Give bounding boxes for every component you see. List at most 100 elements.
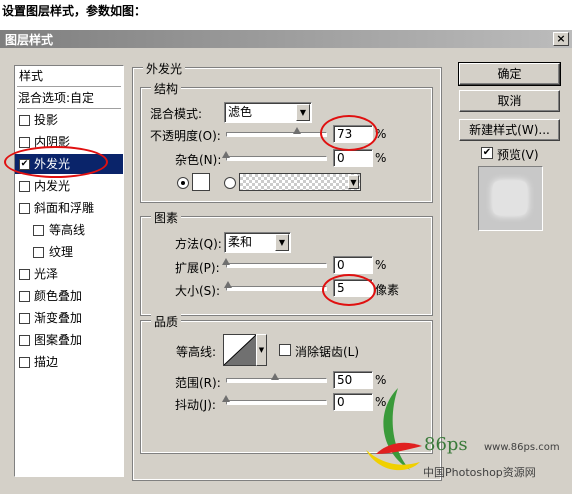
gradient-picker[interactable]: ▼ [239, 173, 361, 191]
style-item-label: 等高线 [49, 223, 86, 237]
quality-title: 品质 [151, 313, 182, 330]
chevron-down-icon[interactable]: ▼ [256, 334, 267, 366]
noise-slider-track[interactable] [226, 156, 327, 161]
style-item[interactable]: 投影 [15, 110, 123, 130]
jitter-slider-track[interactable] [226, 400, 327, 405]
watermark-url: www.86ps.com [484, 442, 560, 453]
solid-color-radio[interactable] [177, 177, 189, 189]
style-item-checkbox[interactable] [33, 247, 44, 258]
size-slider-track[interactable] [226, 286, 327, 291]
site-logo-icon [366, 388, 422, 471]
annotation-circle-opacity [320, 115, 378, 151]
style-item-label: 图案叠加 [34, 333, 83, 347]
style-item-label: 斜面和浮雕 [34, 201, 95, 215]
watermark-site: 中国Photoshop资源网 [423, 466, 536, 479]
style-item-label: 纹理 [49, 245, 74, 259]
method-value: 柔和 [228, 235, 253, 249]
spread-unit: % [375, 258, 387, 272]
size-unit: 像素 [375, 283, 400, 297]
blend-options-item[interactable]: 混合选项:自定 [15, 88, 123, 108]
chevron-down-icon[interactable]: ▼ [348, 175, 359, 189]
styles-header[interactable]: 样式 [15, 66, 123, 86]
ok-button[interactable]: 确定 [458, 62, 561, 86]
new-style-button[interactable]: 新建样式(W)... [459, 119, 560, 141]
style-item-checkbox[interactable] [19, 269, 30, 280]
style-item-checkbox[interactable] [19, 115, 30, 126]
style-item[interactable]: 渐变叠加 [15, 308, 123, 328]
size-slider-thumb[interactable] [224, 281, 232, 288]
style-item-label: 光泽 [34, 267, 59, 281]
spread-slider-thumb[interactable] [222, 258, 230, 265]
style-item-label: 颜色叠加 [34, 289, 83, 303]
style-item[interactable]: 等高线 [15, 220, 123, 240]
styles-header-label: 样式 [19, 69, 44, 83]
style-item-checkbox[interactable] [19, 203, 30, 214]
style-item-checkbox[interactable] [33, 225, 44, 236]
structure-title: 结构 [151, 80, 182, 97]
elements-title: 图素 [151, 209, 182, 226]
style-item-label: 渐变叠加 [34, 311, 83, 325]
opacity-slider-thumb[interactable] [293, 127, 301, 134]
radio-dot-icon [181, 181, 185, 185]
range-label: 范围(R): [175, 376, 221, 390]
spread-slider-track[interactable] [226, 263, 327, 268]
glow-color-swatch[interactable] [192, 173, 210, 191]
style-preview [478, 166, 543, 231]
style-item[interactable]: 图案叠加 [15, 330, 123, 350]
chevron-down-icon[interactable]: ▼ [275, 234, 289, 251]
size-label: 大小(S): [175, 284, 221, 298]
style-item-label: 内发光 [34, 179, 71, 193]
close-button[interactable]: × [553, 32, 569, 46]
style-item-label: 描边 [34, 355, 59, 369]
blend-mode-select[interactable]: 滤色 ▼ [224, 102, 312, 123]
antialias-label: 消除锯齿(L) [295, 345, 360, 359]
contour-linear-icon [223, 334, 257, 366]
layer-style-dialog: 图层样式 × 样式 混合选项:自定 投影 内阴影 ✔ 外发光 内发光 斜面和浮雕 等高线 纹理… [0, 30, 572, 494]
style-item-label: 投影 [34, 113, 59, 127]
style-item[interactable]: 斜面和浮雕 [15, 198, 123, 218]
chevron-down-icon[interactable]: ▼ [296, 104, 310, 121]
divider [17, 86, 121, 87]
range-slider-thumb[interactable] [271, 373, 279, 380]
styles-list: 样式 混合选项:自定 投影 内阴影 ✔ 外发光 内发光 斜面和浮雕 等高线 纹理 光泽 颜色叠加渐… [14, 65, 124, 477]
opacity-slider-track[interactable] [226, 132, 327, 137]
method-select[interactable]: 柔和 ▼ [224, 232, 291, 253]
cancel-button[interactable]: 取消 [459, 90, 560, 112]
style-item-checkbox[interactable] [19, 313, 30, 324]
style-item[interactable]: 颜色叠加 [15, 286, 123, 306]
watermark-brand: 86ps [424, 434, 468, 455]
page-caption: 设置图层样式，参数如图： [2, 4, 147, 18]
outer-glow-title: 外发光 [143, 60, 186, 77]
noise-slider-thumb[interactable] [222, 151, 230, 158]
annotation-circle-outer-glow [4, 146, 108, 178]
blend-options-label: 混合选项:自定 [18, 91, 95, 105]
style-item-checkbox[interactable] [19, 291, 30, 302]
preview-label: 预览(V) [497, 148, 539, 162]
jitter-label: 抖动(J): [175, 398, 216, 412]
preview-swatch [493, 181, 527, 215]
opacity-label: 不透明度(O): [150, 129, 221, 143]
style-item-checkbox[interactable] [19, 181, 30, 192]
annotation-circle-size [322, 274, 376, 306]
jitter-slider-thumb[interactable] [222, 395, 230, 402]
spread-input[interactable]: 0 [333, 256, 373, 274]
noise-label: 杂色(N): [175, 153, 222, 167]
style-item[interactable]: 描边 [15, 352, 123, 372]
style-item-checkbox[interactable] [19, 335, 30, 346]
noise-input[interactable]: 0 [333, 149, 373, 167]
style-item[interactable]: 光泽 [15, 264, 123, 284]
contour-preview[interactable] [223, 334, 257, 366]
preview-checkbox[interactable]: ✔ [481, 147, 493, 159]
dialog-title: 图层样式 [5, 33, 54, 47]
divider [17, 108, 121, 109]
style-item[interactable]: 纹理 [15, 242, 123, 262]
contour-label: 等高线: [176, 345, 217, 359]
style-item-checkbox[interactable] [19, 357, 30, 368]
style-item[interactable]: 内发光 [15, 176, 123, 196]
dialog-titlebar: 图层样式 × [0, 30, 572, 48]
antialias-checkbox[interactable] [279, 344, 291, 356]
noise-unit: % [375, 151, 387, 165]
method-label: 方法(Q): [175, 237, 222, 251]
style-item-checkbox[interactable] [19, 137, 30, 148]
gradient-radio[interactable] [224, 177, 236, 189]
